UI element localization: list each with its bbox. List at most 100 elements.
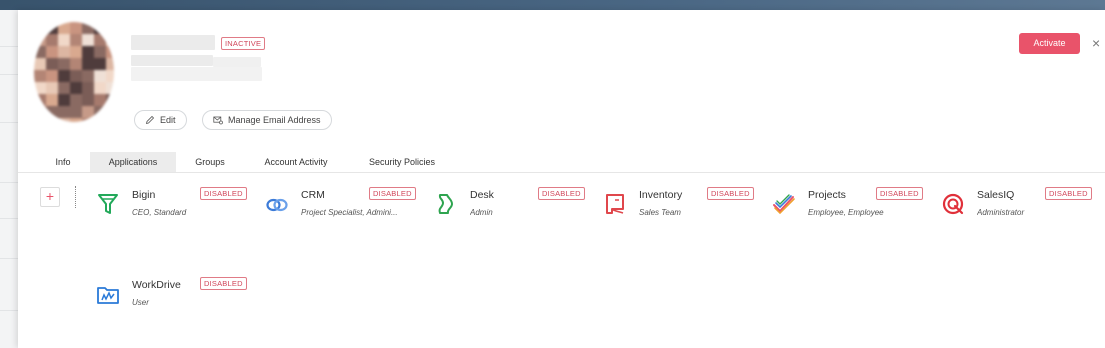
avatar-pixel	[106, 58, 114, 70]
avatar-pixel	[106, 94, 114, 106]
manage-email-label: Manage Email Address	[228, 115, 321, 125]
crm-icon	[266, 198, 288, 212]
avatar-pixel	[70, 46, 82, 58]
close-icon[interactable]: ×	[1092, 35, 1105, 51]
avatar-pixel	[94, 46, 106, 58]
app-name: Bigin	[132, 189, 156, 201]
app-role: Administrator	[977, 208, 1025, 217]
email-settings-icon	[213, 116, 223, 125]
app-role: Project Specialist, Admini...	[301, 208, 398, 217]
avatar-pixel	[94, 22, 106, 34]
app-card-crm[interactable]: CRM Project Specialist, Admini... DISABL…	[265, 187, 430, 239]
avatar-pixel	[94, 118, 106, 122]
app-name: CRM	[301, 189, 325, 201]
avatar-pixel	[34, 70, 46, 82]
avatar-pixel	[46, 106, 58, 118]
app-card-bigin[interactable]: Bigin CEO, Standard DISABLED	[96, 187, 261, 239]
avatar-pixel	[70, 106, 82, 118]
avatar-pixel	[58, 58, 70, 70]
avatar-pixel	[70, 94, 82, 106]
avatar-pixel	[82, 58, 94, 70]
avatar-pixel	[46, 82, 58, 94]
app-name: Projects	[808, 189, 846, 201]
app-card-workdrive[interactable]: WorkDrive User DISABLED	[96, 277, 261, 329]
avatar-pixel	[46, 58, 58, 70]
app-name: Inventory	[639, 189, 683, 201]
avatar-pixel	[34, 22, 46, 34]
avatar-pixel	[58, 94, 70, 106]
pencil-icon	[145, 115, 155, 125]
avatar-pixel	[46, 34, 58, 46]
avatar-pixel	[106, 46, 114, 58]
app-role: User	[132, 298, 149, 307]
avatar-pixel	[58, 22, 70, 34]
avatar-pixel	[106, 82, 114, 94]
avatar-pixel	[94, 94, 106, 106]
user-email-redacted-2	[213, 57, 261, 67]
status-badge: INACTIVE	[221, 37, 266, 50]
salesiq-icon	[942, 193, 964, 215]
avatar-pixel	[34, 106, 46, 118]
avatar-pixel	[70, 22, 82, 34]
app-card-inventory[interactable]: Inventory Sales Team DISABLED	[603, 187, 768, 239]
user-email-redacted-3	[131, 67, 262, 81]
avatar-pixel	[70, 70, 82, 82]
projects-icon	[773, 194, 795, 215]
avatar-pixel	[58, 106, 70, 118]
workdrive-icon	[97, 287, 119, 304]
app-role: Sales Team	[639, 208, 681, 217]
tab-security-policies[interactable]: Security Policies	[360, 152, 444, 172]
avatar-pixel	[34, 94, 46, 106]
avatar-pixel	[70, 118, 82, 122]
desk-icon	[438, 194, 453, 214]
avatar-pixel	[94, 70, 106, 82]
avatar-pixel	[82, 46, 94, 58]
app-status-badge: DISABLED	[369, 187, 416, 200]
app-card-desk[interactable]: Desk Admin DISABLED	[434, 187, 599, 239]
avatar-pixel	[46, 94, 58, 106]
avatar-pixel	[34, 82, 46, 94]
avatar-pixel	[94, 34, 106, 46]
inventory-icon	[606, 194, 624, 214]
avatar-pixel	[58, 34, 70, 46]
avatar-pixel	[46, 22, 58, 34]
background-list	[0, 10, 18, 348]
avatar-pixel	[82, 22, 94, 34]
app-status-badge: DISABLED	[200, 277, 247, 290]
app-status-badge: DISABLED	[707, 187, 754, 200]
avatar-pixel	[106, 34, 114, 46]
app-role: Employee, Employee	[808, 208, 884, 217]
avatar-pixel	[46, 70, 58, 82]
avatar-pixel	[58, 70, 70, 82]
top-header-bar	[0, 0, 1105, 10]
avatar-pixel	[106, 22, 114, 34]
tab-account-activity[interactable]: Account Activity	[252, 152, 340, 172]
manage-email-button[interactable]: Manage Email Address	[202, 110, 332, 130]
edit-label: Edit	[160, 115, 176, 125]
avatar-pixel	[82, 34, 94, 46]
avatar-pixel	[58, 82, 70, 94]
activate-button[interactable]: Activate	[1019, 33, 1080, 54]
avatar-pixel	[58, 118, 70, 122]
edit-button[interactable]: Edit	[134, 110, 187, 130]
tab-groups[interactable]: Groups	[183, 152, 237, 172]
avatar-pixel	[94, 82, 106, 94]
bigin-icon	[98, 194, 118, 214]
app-card-projects[interactable]: Projects Employee, Employee DISABLED	[772, 187, 937, 239]
tab-info[interactable]: Info	[38, 152, 88, 172]
add-application-button[interactable]: +	[40, 187, 60, 207]
avatar-pixel	[82, 118, 94, 122]
divider	[75, 186, 76, 208]
app-name: WorkDrive	[132, 279, 181, 291]
tab-applications[interactable]: Applications	[90, 152, 176, 172]
app-status-badge: DISABLED	[1045, 187, 1092, 200]
avatar-pixel	[34, 118, 46, 122]
avatar-pixel	[94, 58, 106, 70]
avatar-pixel	[46, 118, 58, 122]
avatar-pixel	[94, 106, 106, 118]
app-card-salesiq[interactable]: SalesIQ Administrator DISABLED	[941, 187, 1105, 239]
app-name: Desk	[470, 189, 494, 201]
avatar-pixel	[106, 118, 114, 122]
user-name-redacted	[131, 35, 215, 50]
avatar-pixel	[70, 34, 82, 46]
